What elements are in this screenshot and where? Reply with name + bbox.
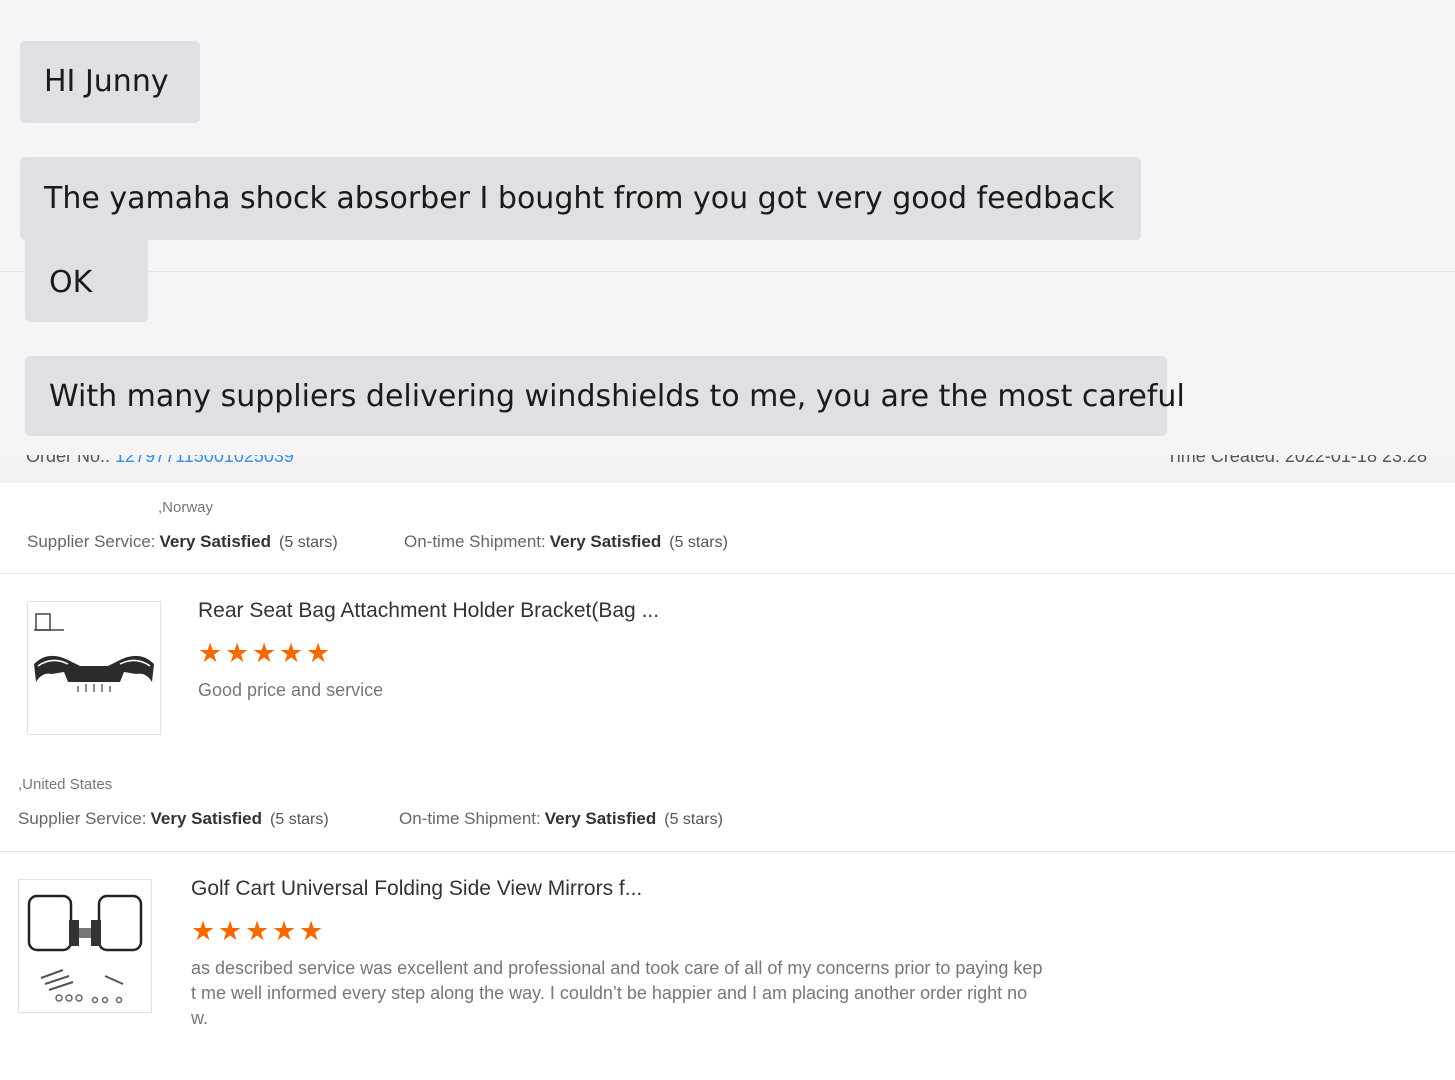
divider [0, 573, 1455, 574]
supplier-service-value: Very Satisfied [150, 809, 263, 828]
star-icon: ★ [299, 916, 324, 946]
product-title-link[interactable]: Rear Seat Bag Attachment Holder Bracket(… [198, 599, 659, 623]
time-created: Time Created: 2022-01-18 23:28 [1166, 455, 1427, 467]
divider [0, 851, 1455, 852]
order-number-link[interactable]: 127977115001025039 [115, 455, 294, 466]
product-thumbnail[interactable] [18, 879, 152, 1013]
supplier-service-rating: Supplier Service: Very Satisfied (5 stars) [18, 809, 329, 829]
star-icon: ★ [279, 638, 304, 668]
chat-message: With many suppliers delivering windshiel… [25, 356, 1185, 436]
review-text: as described service was excellent and p… [191, 956, 1091, 1031]
chat-message: OK [25, 240, 148, 322]
review-text: Good price and service [198, 680, 384, 700]
star-icon: ★ [198, 638, 223, 668]
review-text-line: w. [191, 1008, 209, 1028]
order-number: Order No.: 127977115001025039 [26, 455, 294, 467]
product-title-link[interactable]: Golf Cart Universal Folding Side View Mi… [191, 877, 642, 901]
shipment-value: Very Satisfied [544, 809, 657, 828]
shipment-rating: On-time Shipment: Very Satisfied (5 stars) [404, 532, 728, 552]
star-icon: ★ [218, 916, 243, 946]
reviewer-country: ,Norway [158, 499, 214, 516]
chat-message: The yamaha shock absorber I bought from … [20, 157, 1141, 240]
star-icon: ★ [272, 916, 297, 946]
shipment-stars: (5 stars) [669, 534, 728, 551]
product-rating-stars: ★ ★ ★ ★ ★ [191, 918, 324, 945]
supplier-service-value: Very Satisfied [159, 532, 272, 551]
reviewer-country: ,United States [18, 776, 113, 793]
supplier-service-rating: Supplier Service: Very Satisfied (5 stars) [27, 532, 338, 552]
bracket-image [34, 613, 154, 692]
time-created-label: Time Created: [1166, 455, 1280, 466]
star-icon: ★ [191, 916, 216, 946]
supplier-service-stars: (5 stars) [270, 811, 329, 828]
time-created-value: 2022-01-18 23:28 [1284, 455, 1427, 466]
order-number-label: Order No.: [26, 455, 111, 466]
review-text-line: as described service was excellent and p… [191, 958, 1043, 978]
shipment-stars: (5 stars) [664, 811, 723, 828]
supplier-service-stars: (5 stars) [279, 534, 338, 551]
supplier-service-label: Supplier Service: [18, 809, 147, 828]
shipment-label: On-time Shipment: [404, 532, 546, 551]
shipment-label: On-time Shipment: [399, 809, 541, 828]
product-thumbnail[interactable] [27, 601, 161, 735]
star-icon: ★ [225, 638, 250, 668]
shipment-value: Very Satisfied [549, 532, 662, 551]
star-icon: ★ [245, 916, 270, 946]
star-icon: ★ [252, 638, 277, 668]
shipment-rating: On-time Shipment: Very Satisfied (5 stars) [399, 809, 723, 829]
mirrors-image [27, 894, 143, 1004]
chat-message: HI Junny [20, 41, 200, 123]
order-header: Order No.: 127977115001025039 Time Creat… [0, 455, 1455, 483]
supplier-service-label: Supplier Service: [27, 532, 156, 551]
review-text-line: t me well informed every step along the … [191, 983, 1028, 1003]
star-icon: ★ [306, 638, 331, 668]
product-rating-stars: ★ ★ ★ ★ ★ [198, 640, 331, 667]
